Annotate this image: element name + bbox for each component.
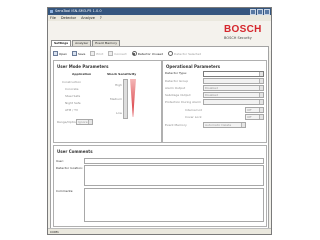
event-memory-select[interactable]: Automatic Delete — [203, 122, 246, 128]
save-label: Save — [78, 51, 86, 56]
connect-label: Connect — [114, 51, 127, 56]
open-label: Open — [59, 51, 68, 56]
comments-input[interactable] — [84, 188, 264, 222]
radio-detector-unused[interactable] — [131, 51, 137, 56]
detector-unused-option[interactable]: Detector Unused — [131, 51, 164, 56]
radio-detector-selected[interactable] — [168, 51, 174, 56]
detector-selected-label: Detector Selected — [174, 51, 202, 56]
internal-lid-label: Internal Lid — [185, 108, 202, 112]
title-bar: SensTool ISN-SM3-P5 1.0.0 — [48, 8, 271, 15]
maximize-button[interactable] — [257, 8, 263, 15]
cover-lock-value: Off — [247, 115, 252, 119]
operational-title: Operational Parameters — [166, 64, 221, 69]
chevron-down-icon — [241, 123, 245, 127]
chevron-down-icon — [259, 100, 263, 104]
chevron-down-icon — [259, 72, 263, 76]
shock-sensitivity-slider[interactable] — [123, 79, 128, 119]
alarm-output-select[interactable]: Disabled — [203, 85, 264, 91]
chevron-down-icon — [259, 108, 263, 112]
range-option-value: Ignore — [78, 120, 88, 124]
shock-option-low[interactable]: Low — [116, 111, 122, 115]
alarm-output-label: Alarm Output — [165, 86, 186, 90]
detector-type-select[interactable] — [203, 71, 264, 77]
status-bar: COM1 — [48, 228, 271, 234]
chevron-down-icon — [259, 93, 263, 97]
open-button[interactable]: Open — [53, 51, 67, 56]
chevron-down-icon — [88, 120, 92, 124]
detector-group-select[interactable] — [203, 78, 264, 84]
sabotage-output-select[interactable]: Disabled — [203, 92, 264, 98]
connect-button[interactable]: Connect — [108, 51, 127, 56]
detector-type-label: Detector Type: — [165, 71, 187, 75]
app-window: SensTool ISN-SM3-P5 1.0.0 File Detector … — [47, 7, 272, 235]
user-label: User: — [56, 159, 64, 163]
event-memory-value: Automatic Delete — [205, 123, 232, 127]
printer-icon — [90, 51, 96, 56]
status-text: COM1 — [50, 230, 59, 234]
application-heading: Application — [72, 72, 92, 76]
protection-during-alarm-select[interactable] — [203, 99, 264, 105]
alarm-output-value: Disabled — [205, 86, 219, 90]
chevron-down-icon — [259, 79, 263, 83]
plug-icon — [108, 51, 114, 56]
folder-icon — [53, 51, 58, 56]
settings-panel: Open Save Print Connect Detector Unused … — [50, 46, 269, 229]
user-mode-title: User Mode Parameters — [57, 64, 109, 69]
cover-lock-label: Cover Lock — [185, 115, 202, 119]
cover-lock-select[interactable]: Off — [245, 114, 264, 120]
app-option-steel-safe[interactable]: Steel Safe — [65, 94, 80, 98]
shock-option-medium[interactable]: Medium — [110, 97, 122, 101]
save-button[interactable]: Save — [72, 51, 85, 56]
detector-unused-label: Detector Unused — [137, 51, 164, 56]
chevron-down-icon — [259, 86, 263, 90]
save-icon — [72, 51, 78, 56]
minimize-button[interactable] — [250, 8, 256, 15]
chevron-down-icon — [259, 115, 263, 119]
app-option-night-safe[interactable]: Night Safe — [65, 101, 81, 105]
detector-location-label: Detector location: — [56, 166, 83, 170]
detector-location-input[interactable] — [84, 165, 264, 186]
app-option-concrete[interactable]: Concrete — [65, 87, 79, 91]
brand-subtitle: BOSCH Security — [224, 36, 252, 40]
internal-lid-select[interactable]: Off — [245, 107, 264, 113]
detector-selected-option[interactable]: Detector Selected — [168, 51, 201, 56]
close-button[interactable] — [264, 8, 270, 15]
user-comments-title: User Comments — [57, 149, 93, 154]
bosch-logo: BOSCH — [224, 24, 262, 35]
print-label: Print — [96, 51, 104, 56]
app-option-construction[interactable]: Construction — [62, 80, 81, 84]
sabotage-output-value: Disabled — [205, 93, 219, 97]
app-option-atm[interactable]: ATM / TV — [65, 108, 78, 112]
comments-label: Comments: — [56, 189, 74, 193]
user-mode-group: User Mode Parameters Application Shock S… — [53, 60, 162, 143]
range-option-select[interactable]: Ignore — [76, 119, 93, 125]
print-button[interactable]: Print — [90, 51, 103, 56]
detector-group-label: Detector Group — [165, 79, 189, 83]
event-memory-label: Event Memory — [165, 123, 187, 127]
internal-lid-value: Off — [247, 108, 252, 112]
shock-sensitivity-heading: Shock Sensitivity — [107, 72, 137, 76]
sabotage-output-label: Sabotage Output — [165, 93, 191, 97]
shock-level-indicator — [130, 79, 136, 117]
operational-group: Operational Parameters Detector Type: De… — [162, 60, 267, 143]
protection-during-alarm-label: Protection During Alarm — [165, 100, 201, 104]
shock-option-high[interactable]: High — [115, 83, 122, 87]
toolbar: Open Save Print Connect Detector Unused … — [53, 49, 201, 58]
user-comments-group: User Comments User: Detector location: C… — [53, 145, 267, 227]
window-title: SensTool ISN-SM3-P5 1.0.0 — [55, 9, 102, 13]
app-icon — [50, 10, 53, 13]
user-input[interactable] — [84, 158, 264, 164]
range-option-label: Range/Option — [57, 120, 78, 124]
